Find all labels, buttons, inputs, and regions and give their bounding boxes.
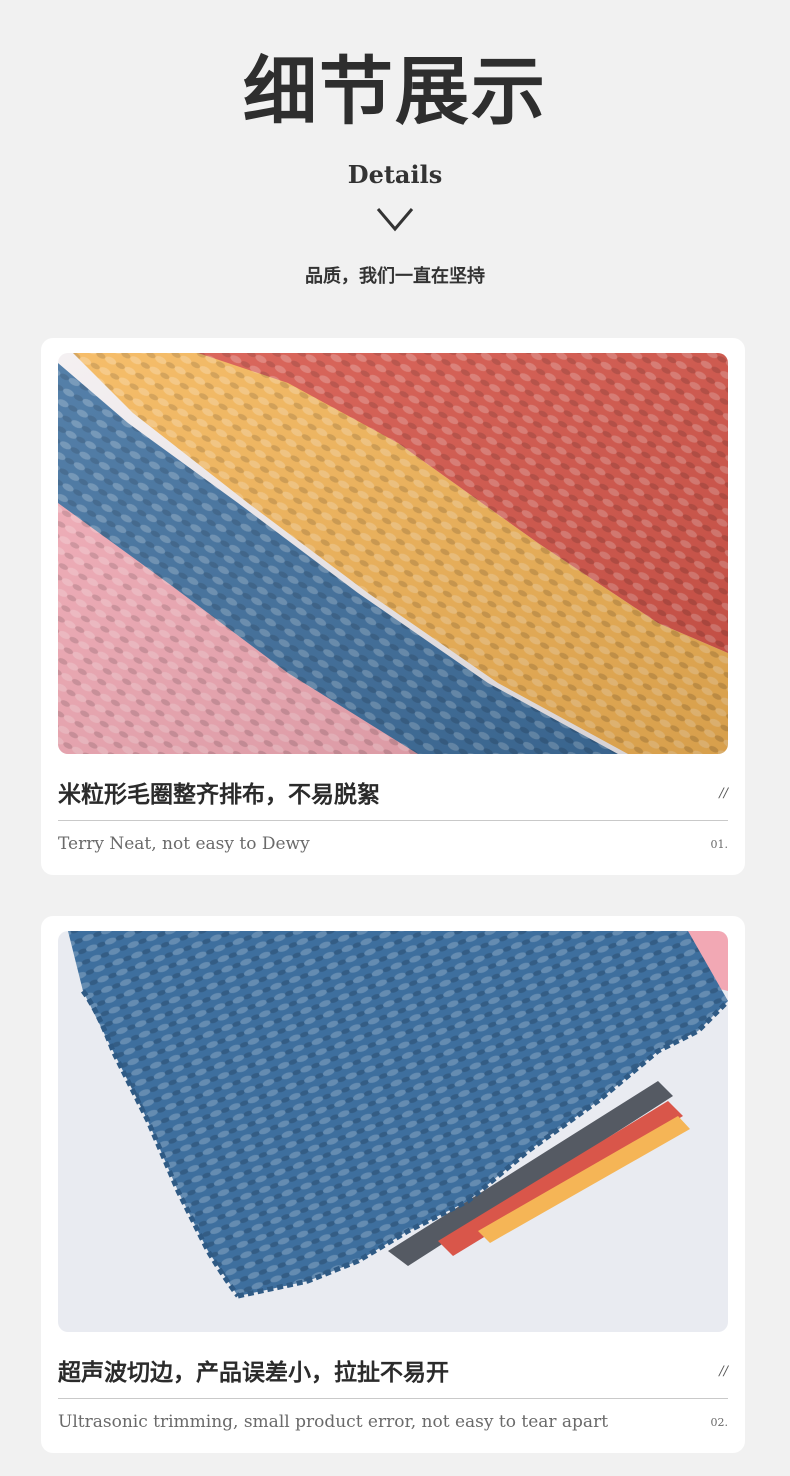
tagline: 品质，我们一直在坚持 (305, 266, 485, 287)
detail-card-2: 超声波切边，产品误差小，拉扯不易开 // Ultrasonic trimming… (41, 916, 745, 1453)
chevron-down-icon (376, 208, 414, 232)
detail-marker: // (719, 786, 728, 801)
product-photo-cut-edge (58, 931, 728, 1332)
detail-title-en: Terry Neat, not easy to Dewy (58, 834, 310, 854)
page-subtitle: Details (347, 160, 443, 189)
detail-card-1: 米粒形毛圈整齐排布，不易脱絮 // Terry Neat, not easy t… (41, 338, 745, 875)
divider (58, 820, 728, 821)
product-photo-stacked-cloths (58, 353, 728, 754)
detail-title-cn: 超声波切边，产品误差小，拉扯不易开 (58, 1359, 449, 1386)
divider (58, 1398, 728, 1399)
page-title: 细节展示 (243, 49, 547, 135)
detail-title-en: Ultrasonic trimming, small product error… (58, 1412, 609, 1432)
detail-number: 02. (710, 1416, 729, 1429)
detail-title-cn: 米粒形毛圈整齐排布，不易脱絮 (58, 781, 380, 808)
detail-number: 01. (710, 838, 729, 851)
detail-marker: // (719, 1364, 728, 1379)
page-header: 细节展示 Details 品质，我们一直在坚持 (0, 0, 790, 320)
